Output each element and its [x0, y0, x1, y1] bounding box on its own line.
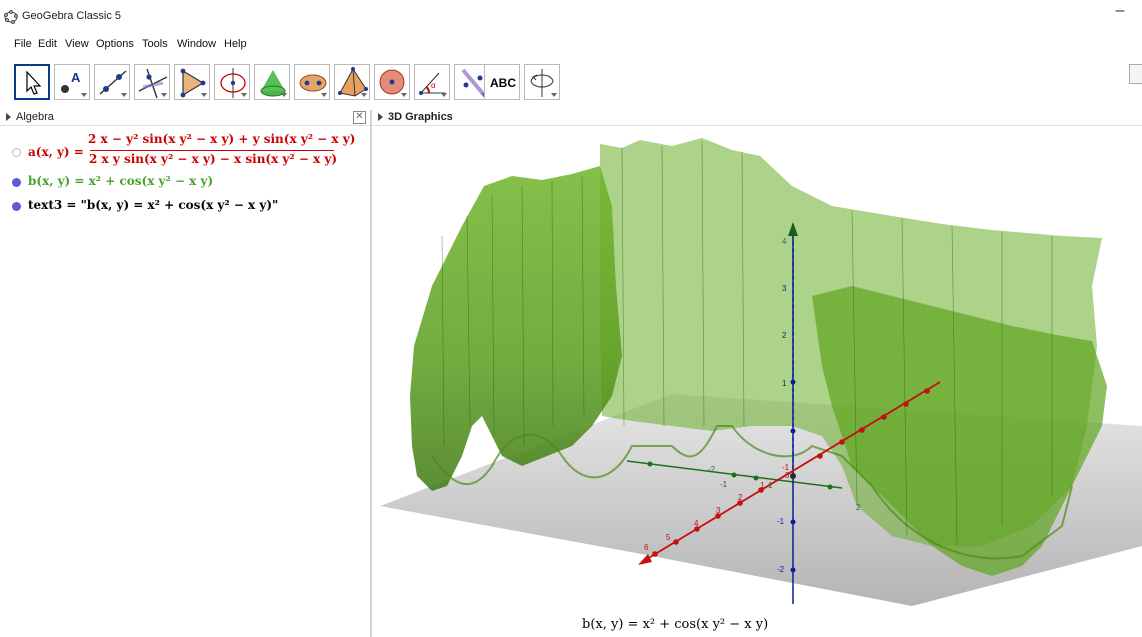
menu-bar: File Edit View Options Tools Window Help: [0, 36, 1142, 56]
menu-options[interactable]: Options: [96, 38, 134, 50]
svg-text:2: 2: [856, 503, 861, 512]
menu-tools[interactable]: Tools: [142, 38, 168, 50]
visibility-toggle[interactable]: [12, 148, 21, 157]
svg-text:3: 3: [716, 506, 721, 515]
svg-text:5: 5: [666, 533, 671, 542]
line-tool-button[interactable]: [94, 64, 130, 100]
toolbar-overflow-button[interactable]: [1129, 64, 1142, 84]
algebra-view-title: Algebra: [16, 111, 54, 123]
menu-edit[interactable]: Edit: [38, 38, 57, 50]
algebra-view: a(x, y) = 2 x − y² sin(x y² − x y) + y s…: [0, 126, 370, 637]
svg-text:-2: -2: [708, 465, 716, 474]
visibility-toggle[interactable]: [12, 178, 21, 187]
geogebra-logo-icon: [4, 10, 18, 24]
svg-text:4: 4: [782, 237, 787, 246]
svg-text:1: 1: [782, 379, 787, 388]
function-a-numerator: 2 x − y² sin(x y² − x y) + y sin(x y² − …: [88, 132, 356, 146]
function-a-lhs: a(x, y) =: [28, 145, 84, 159]
angle-tool-button[interactable]: α: [414, 64, 450, 100]
collapse-arrow-icon[interactable]: [6, 113, 11, 121]
svg-text:-2: -2: [777, 565, 785, 574]
graphics-3d-canvas[interactable]: -2 -1 1 2 -2 -1 1 2 3 4 -1 0: [372, 126, 1142, 637]
algebra-row-text3[interactable]: text3 = "b(x, y) = x² + cos(x y² − x y)": [12, 198, 362, 216]
window-title: GeoGebra Classic 5: [22, 10, 122, 22]
point-tool-button[interactable]: A: [54, 64, 90, 100]
svg-text:3: 3: [782, 284, 787, 293]
algebra-view-header[interactable]: Algebra ✕: [0, 110, 370, 126]
menu-window[interactable]: Window: [177, 38, 216, 50]
x-axis-arrow: [638, 554, 652, 565]
cone-tool-button[interactable]: [254, 64, 290, 100]
graphics-3d-title: 3D Graphics: [388, 111, 453, 123]
sphere-tool-button[interactable]: [374, 64, 410, 100]
menu-view[interactable]: View: [65, 38, 89, 50]
visibility-toggle[interactable]: [12, 202, 21, 211]
move-tool-button[interactable]: [14, 64, 50, 100]
text-tool-button[interactable]: ABC: [484, 64, 520, 100]
function-b-definition: b(x, y) = x² + cos(x y² − x y): [28, 174, 214, 188]
origin-point: [790, 473, 796, 479]
function-a-denominator: 2 x y sin(x y² − x y) − x sin(x y² − x y…: [88, 152, 338, 166]
svg-text:4: 4: [694, 519, 699, 528]
text3-definition: text3 = "b(x, y) = x² + cos(x y² − x y)": [28, 198, 279, 212]
svg-text:0: 0: [785, 471, 790, 480]
collapse-arrow-icon[interactable]: [378, 113, 383, 121]
toolbar: A α ABC: [0, 60, 1142, 106]
svg-text:α: α: [431, 81, 436, 90]
text-icon: ABC: [490, 76, 516, 90]
svg-text:2: 2: [782, 331, 787, 340]
title-bar: GeoGebra Classic 5 –: [0, 0, 1142, 34]
menu-file[interactable]: File: [14, 38, 32, 50]
minimize-button[interactable]: –: [1108, 2, 1132, 26]
move-arrow-icon: [26, 70, 42, 95]
ellipse-tool-button[interactable]: [294, 64, 330, 100]
svg-text:1: 1: [760, 481, 765, 490]
rotate-view-tool-button[interactable]: [524, 64, 560, 100]
circle-tool-button[interactable]: [214, 64, 250, 100]
algebra-row-a[interactable]: a(x, y) = 2 x − y² sin(x y² − x y) + y s…: [12, 132, 362, 178]
graphics-3d-view[interactable]: -2 -1 1 2 -2 -1 1 2 3 4 -1 0: [372, 126, 1142, 637]
function-caption-text: b(x, y) = x² + cos(x y² − x y): [582, 617, 769, 632]
close-view-button[interactable]: ✕: [353, 111, 366, 124]
menu-help[interactable]: Help: [224, 38, 247, 50]
svg-text:6: 6: [644, 543, 649, 552]
svg-text:-1: -1: [720, 480, 728, 489]
svg-text:ABC: ABC: [490, 76, 516, 90]
svg-text:A: A: [71, 70, 81, 85]
fraction-bar: [90, 150, 334, 151]
graphics-3d-header[interactable]: 3D Graphics: [372, 110, 1142, 126]
svg-text:2: 2: [738, 493, 743, 502]
algebra-row-b[interactable]: b(x, y) = x² + cos(x y² − x y): [12, 174, 362, 192]
pyramid-tool-button[interactable]: [334, 64, 370, 100]
perpendicular-line-tool-button[interactable]: [134, 64, 170, 100]
svg-text:-1: -1: [777, 517, 785, 526]
polygon-tool-button[interactable]: [174, 64, 210, 100]
